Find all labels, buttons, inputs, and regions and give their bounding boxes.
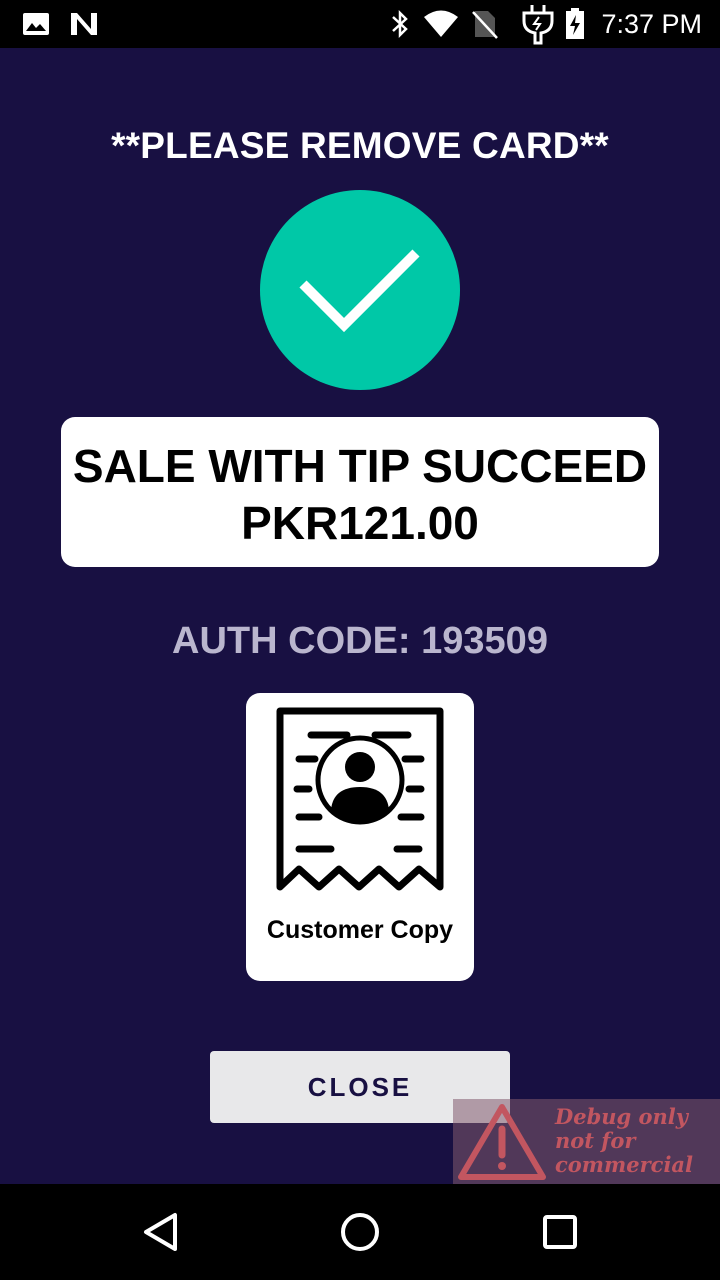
warning-icon	[458, 1104, 546, 1180]
back-button[interactable]	[130, 1202, 190, 1262]
success-status-icon	[260, 190, 460, 390]
debug-watermark: Debug only not for commercial	[453, 1099, 720, 1184]
image-notification-icon	[22, 0, 50, 48]
status-bar: 7:37 PM	[0, 0, 720, 48]
customer-copy-label: Customer Copy	[266, 916, 454, 944]
checkmark-icon	[299, 249, 420, 333]
receipt-person-icon	[276, 707, 444, 891]
watermark-text: Debug only not for commercial	[555, 1105, 720, 1177]
recents-button[interactable]	[530, 1202, 590, 1262]
n-notification-icon	[68, 0, 100, 48]
auth-code: AUTH CODE: 193509	[172, 620, 548, 662]
wifi-icon	[422, 0, 460, 48]
home-icon	[341, 1213, 379, 1251]
watermark-line: not for	[555, 1128, 636, 1153]
result-message: SALE WITH TIP SUCCEED	[72, 440, 648, 492]
status-time: 7:37 PM	[601, 9, 702, 39]
battery-charging-icon	[564, 0, 586, 48]
no-sim-icon	[470, 0, 500, 48]
bluetooth-icon	[388, 0, 412, 48]
charging-plug-icon	[518, 0, 558, 48]
home-button[interactable]	[330, 1202, 390, 1262]
remove-card-instruction: **PLEASE REMOVE CARD**	[111, 125, 609, 166]
customer-copy-button[interactable]: Customer Copy	[246, 693, 474, 981]
recents-icon	[543, 1215, 577, 1249]
screen: 7:37 PM **PLEASE REMOVE CARD** SALE WITH…	[0, 0, 720, 1280]
watermark-line: commercial	[555, 1152, 694, 1177]
result-amount: PKR121.00	[241, 497, 479, 549]
watermark-line: Debug only	[555, 1104, 688, 1129]
result-card: SALE WITH TIP SUCCEED PKR121.00	[61, 417, 659, 567]
back-icon	[144, 1213, 177, 1251]
navigation-bar	[0, 1184, 720, 1280]
